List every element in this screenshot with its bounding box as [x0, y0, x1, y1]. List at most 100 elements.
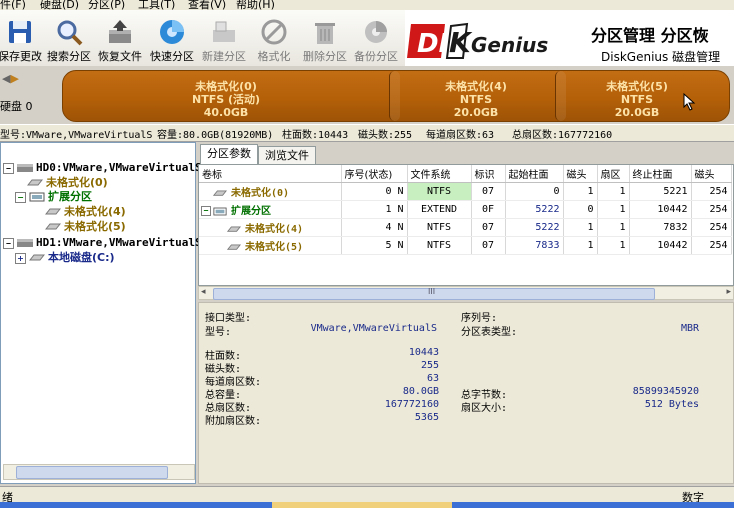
menu-disk[interactable]: 硬盘(D): [40, 0, 79, 10]
sector-size-value: 512 Bytes: [644, 399, 699, 410]
quick-partition-button[interactable]: 快速分区: [146, 12, 198, 64]
row-seq: 0 N: [341, 182, 408, 201]
quick-partition-icon: [160, 20, 184, 44]
extra-sectors-value: 5365: [414, 412, 439, 423]
brand-subtitle: DiskGenius 磁盘管理: [601, 50, 721, 64]
scroll-right-icon[interactable]: ▸: [726, 287, 731, 297]
col-seq[interactable]: 序号(状态): [341, 165, 408, 183]
format-button[interactable]: 格式化: [248, 12, 300, 64]
col-end-head[interactable]: 磁头: [691, 165, 732, 183]
col-start-cyl[interactable]: 起始柱面: [505, 165, 564, 183]
save-button[interactable]: 保存更改: [0, 12, 46, 64]
delete-partition-button[interactable]: 删除分区: [299, 12, 351, 64]
menu-partition[interactable]: 分区(P): [88, 0, 125, 10]
row-seq: 5 N: [341, 236, 408, 255]
col-sector[interactable]: 扇区: [597, 165, 630, 183]
col-id[interactable]: 标识: [471, 165, 506, 183]
disk-map-bar: ◀▶ 硬盘 0 未格式化(0) NTFS (活动) 40.0GB 未格式化(4)…: [0, 66, 734, 124]
col-fs[interactable]: 文件系统: [407, 165, 472, 183]
row-end-head: 254: [691, 218, 732, 237]
col-head[interactable]: 磁头: [563, 165, 598, 183]
scrollbar-grip: III: [428, 287, 436, 296]
scrollbar-thumb[interactable]: III: [213, 287, 655, 300]
collapse-icon[interactable]: −: [3, 162, 14, 174]
disk-partition-0[interactable]: 未格式化(0) NTFS (活动) 40.0GB: [63, 71, 389, 121]
menu-file[interactable]: 件(F): [0, 0, 26, 10]
total-capacity-value: 80.0GB: [402, 386, 439, 397]
disk-capacity: 容量:80.0GB(81920MB): [157, 130, 274, 141]
delete-icon: [315, 23, 335, 44]
row-label: 未格式化(5): [199, 236, 342, 255]
row-sector: 1: [597, 200, 630, 219]
next-disk-icon[interactable]: ▶: [10, 72, 18, 85]
collapse-icon[interactable]: −: [3, 237, 14, 249]
table-row[interactable]: 未格式化(5) 5 N NTFS 07 7833 1 1 10442 254: [199, 236, 732, 255]
interface-type-label: 接口类型:: [205, 313, 252, 324]
scroll-left-icon[interactable]: ◂: [201, 287, 206, 297]
partition-icon: [212, 189, 228, 196]
collapse-icon[interactable]: −: [15, 191, 26, 203]
svg-text:K: K: [449, 26, 473, 59]
tree-node-hd1[interactable]: − HD1:VMware,VMwareVirtualS: [3, 236, 202, 250]
tree-horizontal-scrollbar[interactable]: [3, 464, 195, 480]
new-partition-button[interactable]: 新建分区: [198, 12, 250, 64]
table-header: 卷标 序号(状态) 文件系统 标识 起始柱面 磁头 扇区 终止柱面 磁头: [199, 165, 732, 183]
partition-icon: [29, 254, 45, 261]
save-icon: [9, 21, 31, 43]
backup-icon: [365, 21, 387, 43]
tree-node-partition-5[interactable]: 未格式化(5): [45, 220, 126, 234]
tree-node-local-disk-c[interactable]: + 本地磁盘(C:): [15, 251, 115, 265]
disk-visual: 未格式化(0) NTFS (活动) 40.0GB 未格式化(4) NTFS 20…: [62, 70, 730, 122]
model-label: 型号:: [205, 327, 232, 338]
tree-node-partition-0[interactable]: 未格式化(0): [27, 176, 108, 190]
tab-browse-files[interactable]: 浏览文件: [258, 146, 316, 164]
sectors-per-track-value: 63: [426, 373, 439, 384]
menu-view[interactable]: 查看(V): [188, 0, 226, 10]
row-end-head: 254: [691, 200, 732, 219]
expand-icon[interactable]: +: [15, 252, 26, 264]
table-row[interactable]: 未格式化(4) 4 N NTFS 07 5222 1 1 7832 254: [199, 218, 732, 237]
total-bytes-value: 85899345920: [632, 386, 699, 397]
row-fs: NTFS: [407, 236, 472, 255]
disk-partition-4[interactable]: 未格式化(4) NTFS 20.0GB: [397, 71, 555, 121]
tree-node-partition-4[interactable]: 未格式化(4): [45, 205, 126, 219]
collapse-icon[interactable]: −: [201, 206, 211, 216]
row-start-cyl: 5222: [505, 200, 564, 219]
right-pane: 分区参数 浏览文件 卷标 序号(状态) 文件系统 标识 起始柱面 磁头 扇区 终…: [198, 142, 734, 484]
row-label: − 扩展分区: [199, 200, 342, 219]
row-sector: 1: [597, 218, 630, 237]
tree-node-hd0[interactable]: − HD0:VMware,VMwareVirtualS: [3, 161, 202, 175]
menu-bar: 件(F) 硬盘(D) 分区(P) 工具(T) 查看(V) 帮助(H): [0, 0, 734, 10]
row-end-head: 254: [691, 182, 732, 201]
svg-text:Genius: Genius: [471, 33, 548, 57]
partition-icon: [45, 223, 61, 230]
table-row[interactable]: 未格式化(0) 0 N NTFS 07 0 1 1 5221 254: [199, 182, 732, 201]
row-start-cyl: 7833: [505, 236, 564, 255]
table-row[interactable]: − 扩展分区 1 N EXTEND 0F 5222 0 1 10442 254: [199, 200, 732, 219]
extra-sectors-label: 附加扇区数:: [205, 416, 262, 427]
status-bar: 绪 数字: [0, 486, 734, 504]
row-label: 未格式化(4): [199, 218, 342, 237]
table-horizontal-scrollbar[interactable]: ◂ III ▸: [198, 286, 734, 300]
partition-icon: [45, 208, 61, 215]
row-label: 未格式化(0): [199, 182, 342, 201]
row-end-cyl: 10442: [629, 200, 692, 219]
col-label[interactable]: 卷标: [199, 165, 342, 183]
partition-table: 卷标 序号(状态) 文件系统 标识 起始柱面 磁头 扇区 终止柱面 磁头 未格式…: [198, 164, 734, 286]
new-partition-icon: [213, 21, 235, 42]
tree-node-extended[interactable]: − 扩展分区: [15, 190, 92, 204]
partition-table-type-value: MBR: [680, 323, 699, 334]
taskbar-button[interactable]: [272, 502, 452, 508]
col-end-cyl[interactable]: 终止柱面: [629, 165, 692, 183]
search-partition-button[interactable]: 搜索分区: [43, 12, 95, 64]
disk-heads: 磁头数:255: [358, 130, 413, 141]
hard-disk-icon: [17, 239, 33, 247]
menu-help[interactable]: 帮助(H): [236, 0, 275, 10]
tab-partition-params[interactable]: 分区参数: [200, 144, 258, 164]
diskgenius-logo: DI K Genius: [405, 18, 575, 62]
disk-nav-arrows[interactable]: ◀▶: [2, 72, 19, 85]
menu-tools[interactable]: 工具(T): [138, 0, 175, 10]
scrollbar-thumb[interactable]: [16, 466, 168, 479]
backup-partition-button[interactable]: 备份分区: [350, 12, 402, 64]
recover-files-button[interactable]: 恢复文件: [94, 12, 146, 64]
